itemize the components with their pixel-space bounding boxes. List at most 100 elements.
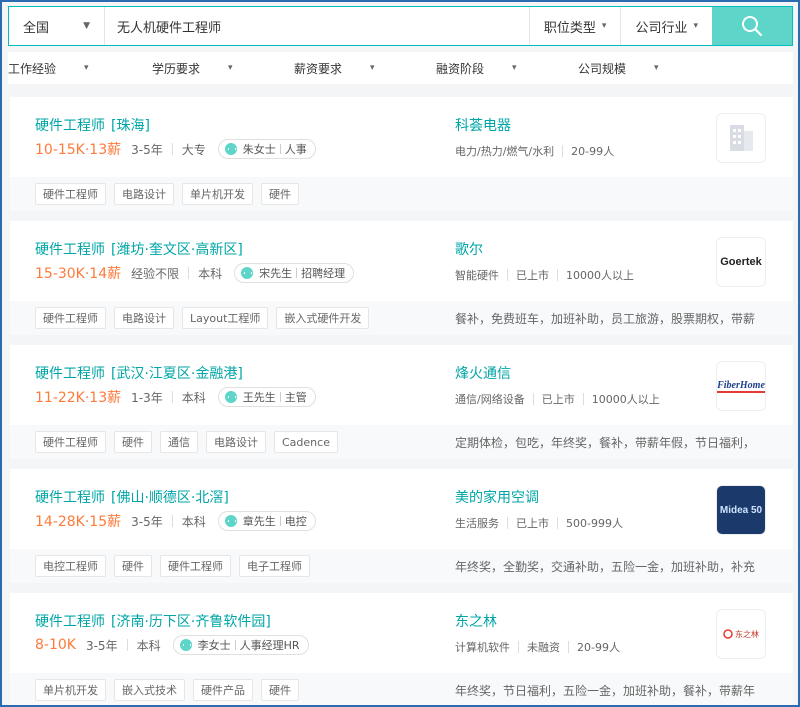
- city-label: 全国: [23, 20, 50, 36]
- company-industry: 生活服务: [455, 517, 499, 530]
- skill-tag: 硬件: [114, 431, 152, 453]
- salary: 8-10K: [35, 637, 76, 653]
- job-location: [珠海]: [111, 118, 150, 134]
- chevron-down-icon: ▾: [693, 21, 698, 31]
- company-name-link[interactable]: 科荟电器: [455, 115, 511, 135]
- skill-tag: 硬件工程师: [35, 183, 106, 205]
- job-card[interactable]: 硬件工程师 [佛山·顺德区·北滘] 14-28K·15薪 3-5年 本科 章先生 …: [10, 469, 793, 583]
- company-size: 20-99人: [577, 641, 620, 654]
- skill-tag: 嵌入式技术: [114, 679, 185, 701]
- filter-company-size[interactable]: 公司规模 ▾: [576, 60, 718, 77]
- experience: 经验不限: [131, 266, 180, 281]
- company-size: 10000人以上: [566, 269, 634, 282]
- divider: [279, 144, 281, 154]
- page-frame: 全国 ▼ 无人机硬件工程师 职位类型 ▾ 公司行业 ▾ 工作经验 ▾ 学历要求 …: [0, 0, 800, 707]
- recruiter-chat-button[interactable]: 宋先生 招聘经理: [234, 263, 355, 283]
- chat-icon: [241, 267, 254, 279]
- job-title-link[interactable]: 硬件工程师 [珠海]: [35, 115, 150, 135]
- job-title: 硬件工程师: [35, 614, 105, 630]
- job-title-link[interactable]: 硬件工程师 [佛山·顺德区·北滘]: [35, 487, 229, 507]
- company-logo[interactable]: Goertek: [716, 237, 766, 287]
- recruiter-chat-button[interactable]: 王先生 主管: [217, 387, 316, 407]
- salary: 14-28K·15薪: [35, 514, 122, 530]
- recruiter-chat-button[interactable]: 李女士 人事经理HR: [172, 635, 309, 655]
- skill-tag: 通信: [160, 431, 198, 453]
- divider: [126, 639, 128, 651]
- filter-experience[interactable]: 工作经验 ▾: [8, 60, 150, 77]
- salary: 15-30K·14薪: [35, 266, 122, 282]
- skill-tag: 嵌入式硬件开发: [276, 307, 370, 329]
- job-title-link[interactable]: 硬件工程师 [武汉·江夏区·金融港]: [35, 363, 243, 383]
- education: 本科: [181, 390, 206, 405]
- company-name-link[interactable]: 烽火通信: [455, 363, 511, 383]
- company-logo[interactable]: 东之林: [716, 609, 766, 659]
- recruiter-name: 王先生: [242, 391, 276, 404]
- city-selector[interactable]: 全国 ▼: [9, 7, 105, 45]
- job-title: 硬件工程师: [35, 118, 105, 134]
- company-name-link[interactable]: 美的家用空调: [455, 487, 539, 507]
- company-name-link[interactable]: 东之林: [455, 611, 497, 631]
- job-location: [济南·历下区·齐鲁软件园]: [111, 614, 271, 630]
- filter-label: 薪资要求: [294, 61, 343, 76]
- company-stage: 已上市: [516, 517, 549, 530]
- filter-label: 公司规模: [578, 61, 627, 76]
- job-card[interactable]: 硬件工程师 [珠海] 10-15K·13薪 3-5年 大专 朱女士 人事 科荟电器…: [10, 97, 793, 211]
- skill-tags: 单片机开发 嵌入式技术 硬件产品 硬件: [35, 679, 435, 701]
- filter-bar: 工作经验 ▾ 学历要求 ▾ 薪资要求 ▾ 融资阶段 ▾ 公司规模 ▾: [8, 52, 793, 84]
- company-stage: 已上市: [541, 393, 575, 406]
- divider: [557, 269, 558, 281]
- job-card[interactable]: 硬件工程师 [武汉·江夏区·金融港] 11-22K·13薪 1-3年 本科 王先生…: [10, 345, 793, 459]
- filter-label: 融资阶段: [436, 61, 485, 76]
- job-card[interactable]: 硬件工程师 [潍坊·奎文区·高新区] 15-30K·14薪 经验不限 本科 宋先生…: [10, 221, 793, 335]
- company-logo[interactable]: Midea 50: [716, 485, 766, 535]
- skill-tag: 硬件工程师: [35, 307, 106, 329]
- chevron-down-icon: ▾: [84, 63, 89, 73]
- recruiter-name: 宋先生: [259, 267, 293, 280]
- company-meta: 计算机软件 未融资 20-99人: [455, 639, 620, 655]
- search-input[interactable]: 无人机硬件工程师: [105, 7, 529, 45]
- company-size: 500-999人: [566, 517, 623, 530]
- recruiter-name: 章先生: [242, 515, 276, 528]
- skill-tag: 硬件: [261, 183, 299, 205]
- chevron-down-icon: ▾: [512, 63, 517, 73]
- chat-icon: [179, 639, 192, 651]
- job-meta: 11-22K·13薪 1-3年 本科 王先生 主管: [35, 387, 316, 407]
- company-logo[interactable]: FiberHome: [716, 361, 766, 411]
- job-title-link[interactable]: 硬件工程师 [潍坊·奎文区·高新区]: [35, 239, 243, 259]
- filter-funding[interactable]: 融资阶段 ▾: [434, 60, 576, 77]
- search-button[interactable]: [712, 7, 792, 45]
- divider: [562, 145, 564, 157]
- company-meta: 通信/网络设备 已上市 10000人以上: [455, 391, 660, 407]
- job-type-label: 职位类型: [543, 20, 596, 36]
- job-type-dropdown[interactable]: 职位类型 ▾: [528, 7, 621, 45]
- divider: [279, 392, 281, 402]
- chevron-down-icon: ▼: [83, 21, 90, 31]
- company-size: 20-99人: [571, 145, 615, 158]
- skill-tag: 硬件: [114, 555, 152, 577]
- benefits-text: 年终奖，全勤奖，交通补助，五险一金，加班补助，补充...: [455, 559, 755, 574]
- job-card[interactable]: 硬件工程师 [济南·历下区·齐鲁软件园] 8-10K 3-5年 本科 李女士 人事…: [10, 593, 793, 705]
- industry-dropdown[interactable]: 公司行业 ▾: [620, 7, 712, 45]
- company-name-link[interactable]: 歌尔: [455, 239, 483, 259]
- divider: [171, 515, 173, 527]
- skill-tags: 硬件工程师 硬件 通信 电路设计 Cadence: [35, 431, 435, 453]
- recruiter-chat-button[interactable]: 章先生 电控: [217, 511, 316, 531]
- company-size: 10000人以上: [591, 393, 660, 406]
- job-title: 硬件工程师: [35, 366, 105, 382]
- skill-tag: 硬件: [261, 679, 299, 701]
- skill-tags: 电控工程师 硬件 硬件工程师 电子工程师: [35, 555, 435, 577]
- recruiter-role: 人事: [284, 143, 307, 156]
- skill-tags: 硬件工程师 电路设计 Layout工程师 嵌入式硬件开发: [35, 307, 435, 329]
- building-icon: [730, 125, 753, 151]
- experience: 1-3年: [131, 390, 163, 405]
- filter-salary[interactable]: 薪资要求 ▾: [292, 60, 434, 77]
- job-meta: 10-15K·13薪 3-5年 大专 朱女士 人事: [35, 139, 316, 159]
- recruiter-name: 李女士: [197, 639, 231, 652]
- skill-tag: 电子工程师: [239, 555, 310, 577]
- job-title-link[interactable]: 硬件工程师 [济南·历下区·齐鲁软件园]: [35, 611, 271, 631]
- benefits-text: 餐补，免费班车，加班补助，员工旅游，股票期权，带薪...: [455, 311, 755, 326]
- company-logo[interactable]: [716, 113, 766, 163]
- recruiter-chat-button[interactable]: 朱女士 人事: [217, 139, 316, 159]
- filter-education[interactable]: 学历要求 ▾: [150, 60, 292, 77]
- skill-tag: 电控工程师: [35, 555, 106, 577]
